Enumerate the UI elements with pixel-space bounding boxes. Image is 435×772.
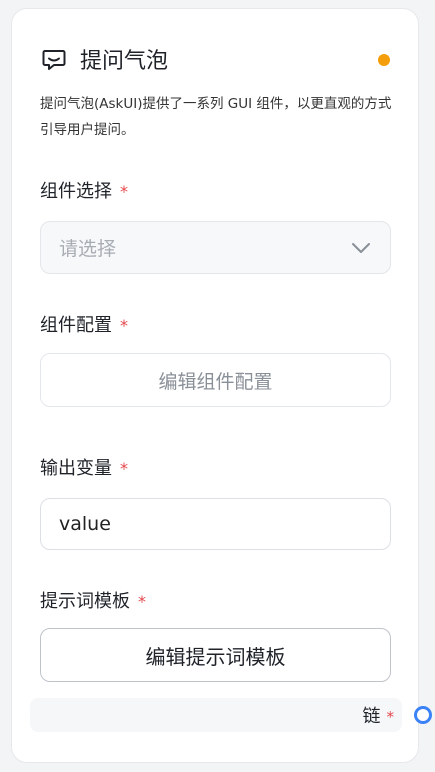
node-title: 提问气泡 (80, 49, 169, 74)
link-label-text: 链 (362, 706, 381, 727)
ask-bubble-node-card[interactable]: 提问气泡 提问气泡(AskUI)提供了一系列 GUI 组件，以更直观的方式引导用… (11, 8, 419, 763)
output-variable-label: 输出变量 * (40, 454, 128, 480)
prompt-template-label-text: 提示词模板 (40, 591, 130, 612)
output-variable-input[interactable]: value (40, 498, 391, 550)
node-header: 提问气泡 (40, 39, 390, 79)
link-row: 链 * (30, 698, 402, 732)
component-select-placeholder: 请选择 (59, 238, 117, 260)
required-mark: * (120, 316, 128, 335)
connection-handle[interactable] (414, 706, 432, 724)
node-description: 提问气泡(AskUI)提供了一系列 GUI 组件，以更直观的方式引导用户提问。 (40, 96, 392, 138)
required-mark: * (120, 182, 128, 201)
chat-bubble-icon (40, 45, 68, 73)
link-label: 链 * (363, 702, 395, 728)
status-dot (378, 54, 390, 66)
edit-prompt-template-button[interactable]: 编辑提示词模板 (40, 628, 391, 682)
prompt-template-label: 提示词模板 * (40, 587, 146, 613)
output-variable-label-text: 输出变量 (40, 458, 112, 479)
required-mark: * (120, 459, 128, 478)
component-config-label: 组件配置 * (40, 311, 128, 337)
chevron-down-icon[interactable] (350, 237, 372, 259)
component-select-label: 组件选择 * (40, 177, 128, 203)
component-select[interactable]: 请选择 (40, 221, 391, 274)
required-mark: * (386, 708, 395, 726)
component-config-label-text: 组件配置 (40, 315, 112, 336)
edit-component-config-button[interactable]: 编辑组件配置 (40, 353, 391, 407)
component-select-label-text: 组件选择 (40, 181, 112, 202)
required-mark: * (138, 592, 146, 611)
